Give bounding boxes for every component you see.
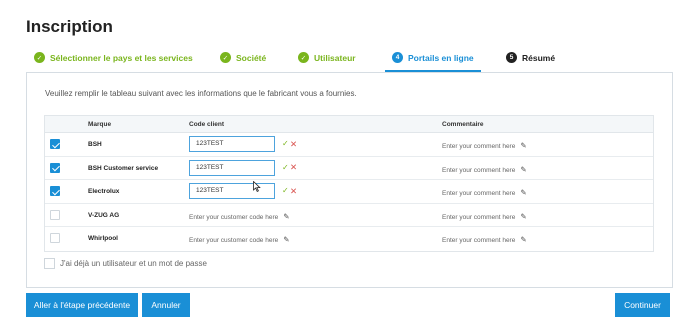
comment-placeholder: Enter your comment here [442, 143, 516, 150]
step-summary[interactable]: 5 Résumé [506, 48, 555, 72]
confirm-icon[interactable]: ✓ [282, 186, 289, 195]
wizard-steps: ✓ Sélectionner le pays et les services ✓… [26, 48, 673, 72]
comment-placeholder: Enter your comment here [442, 213, 516, 221]
existing-account-option[interactable]: J'ai déjà un utilisateur et un mot de pa… [44, 258, 207, 269]
brand-name: BSH Customer service [88, 164, 159, 172]
comment-field[interactable]: Enter your comment here ✎ [442, 188, 527, 197]
pencil-icon[interactable]: ✎ [520, 188, 526, 197]
comment-field[interactable]: Enter your comment here ✎ [442, 141, 527, 150]
customer-code-input[interactable]: 123TEST [189, 183, 275, 199]
step-number-icon: 4 [392, 52, 403, 63]
mouse-cursor-icon [253, 181, 261, 192]
step-label: Société [236, 53, 267, 63]
step-done-icon: ✓ [220, 52, 231, 63]
row-checkbox[interactable] [50, 139, 60, 149]
reject-icon[interactable]: ✕ [290, 162, 297, 173]
step-user[interactable]: ✓ Utilisateur [298, 48, 356, 72]
customer-code-input[interactable]: 123TEST [189, 136, 275, 152]
code-placeholder: Enter your customer code here [189, 213, 279, 221]
table-row: BSH Customer service 123TEST ✓ ✕ Enter y… [45, 157, 653, 180]
comment-field[interactable]: Enter your comment here ✎ [442, 165, 527, 174]
brand-name: Electrolux [88, 188, 120, 195]
step-label: Utilisateur [314, 53, 356, 63]
previous-step-button[interactable]: Aller à l'étape précédente [26, 293, 138, 317]
customer-code-input[interactable]: 123TEST [189, 159, 275, 176]
comment-placeholder: Enter your comment here [442, 237, 516, 244]
step-company[interactable]: ✓ Société [220, 48, 266, 72]
customer-code-field[interactable]: Enter your customer code here ✎ [189, 212, 290, 221]
step-number-icon: 5 [506, 52, 517, 63]
pencil-icon[interactable]: ✎ [283, 212, 289, 221]
existing-account-checkbox[interactable] [44, 258, 55, 269]
comment-placeholder: Enter your comment here [442, 190, 516, 197]
confirm-icon[interactable]: ✓ [282, 139, 289, 148]
row-checkbox[interactable] [50, 233, 60, 243]
row-checkbox[interactable] [50, 209, 60, 220]
panel-intro: Veuillez remplir le tableau suivant avec… [45, 89, 357, 98]
page-title: Inscription [26, 17, 113, 36]
reject-icon[interactable]: ✕ [290, 139, 297, 150]
step-label: Sélectionner le pays et les services [50, 53, 193, 63]
reject-icon[interactable]: ✕ [290, 186, 297, 197]
customer-code-field[interactable]: Enter your customer code here ✎ [189, 235, 290, 244]
header-comment: Commentaire [442, 121, 484, 128]
table-header: Marque Code client Commentaire [45, 116, 653, 133]
pencil-icon[interactable]: ✎ [520, 165, 526, 174]
comment-field[interactable]: Enter your comment here ✎ [442, 235, 527, 244]
existing-account-label: J'ai déjà un utilisateur et un mot de pa… [60, 259, 207, 268]
pencil-icon[interactable]: ✎ [283, 235, 289, 244]
row-checkbox[interactable] [50, 162, 60, 173]
pencil-icon[interactable]: ✎ [520, 141, 526, 150]
portals-panel: Veuillez remplir le tableau suivant avec… [26, 72, 673, 288]
pencil-icon[interactable]: ✎ [520, 235, 526, 244]
step-country-services[interactable]: ✓ Sélectionner le pays et les services [34, 48, 193, 72]
portals-table: Marque Code client Commentaire BSH 123TE… [44, 115, 654, 252]
pencil-icon[interactable]: ✎ [520, 212, 526, 221]
header-brand: Marque [88, 121, 112, 128]
step-online-portals[interactable]: 4 Portails en ligne [385, 48, 481, 72]
table-row: BSH 123TEST ✓ ✕ Enter your comment here ✎ [45, 133, 653, 157]
brand-name: BSH [88, 141, 102, 148]
comment-placeholder: Enter your comment here [442, 166, 516, 174]
confirm-icon[interactable]: ✓ [282, 163, 289, 172]
brand-name: Whirlpool [88, 235, 118, 242]
comment-field[interactable]: Enter your comment here ✎ [442, 212, 527, 221]
row-checkbox[interactable] [50, 186, 60, 196]
table-row: Whirlpool Enter your customer code here ✎… [45, 227, 653, 251]
table-row: Electrolux 123TEST ✓ ✕ Enter your commen… [45, 180, 653, 204]
cancel-button[interactable]: Annuler [142, 293, 190, 317]
step-done-icon: ✓ [34, 52, 45, 63]
step-label: Portails en ligne [408, 53, 474, 63]
step-label: Résumé [522, 53, 556, 63]
table-row: V-ZUG AG Enter your customer code here ✎ … [45, 204, 653, 227]
code-placeholder: Enter your customer code here [189, 237, 279, 244]
brand-name: V-ZUG AG [88, 211, 120, 219]
step-done-icon: ✓ [298, 52, 309, 63]
continue-button[interactable]: Continuer [615, 293, 670, 317]
header-code: Code client [189, 121, 225, 128]
